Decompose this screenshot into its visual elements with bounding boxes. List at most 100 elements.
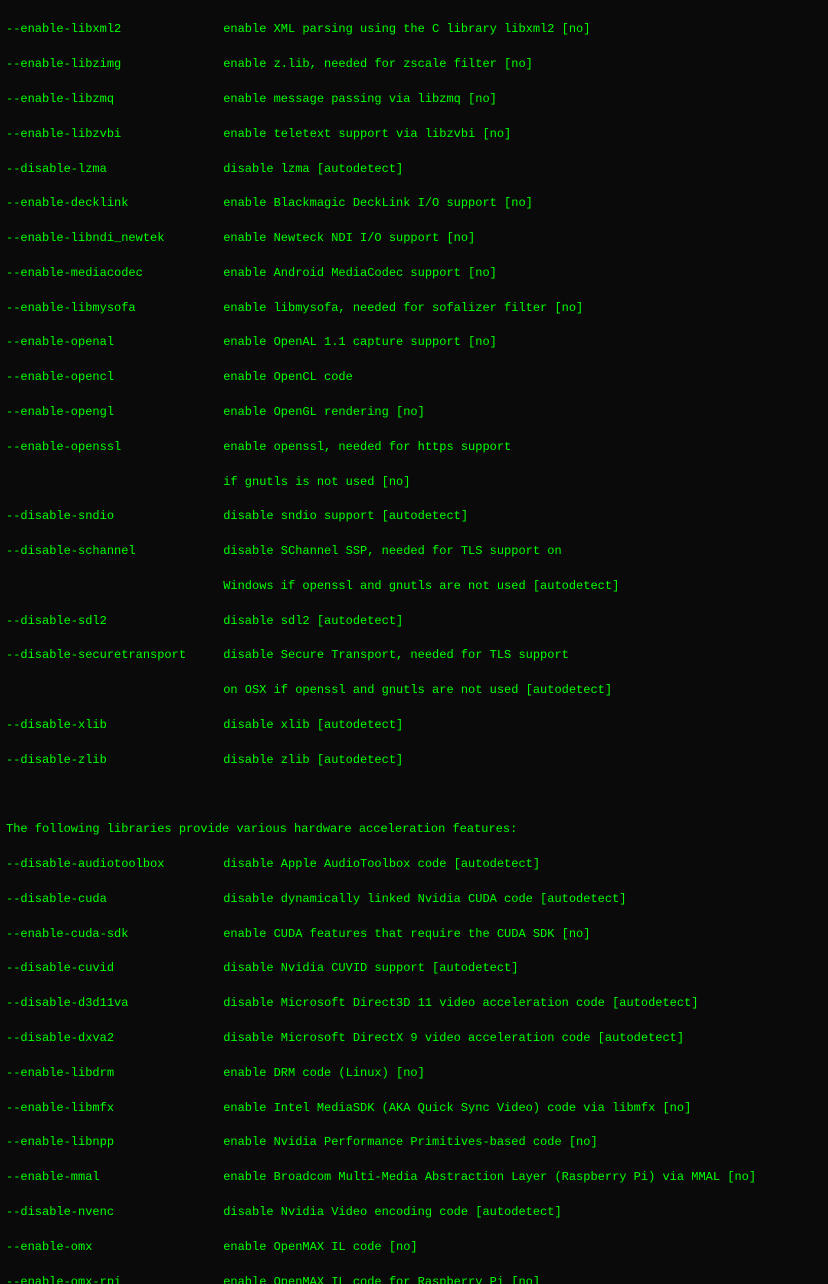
- line-xlib: --disable-xlib disable xlib [autodetect]: [6, 717, 822, 734]
- flag-openal: --enable-openal: [6, 334, 216, 351]
- line-openssl-cont: if gnutls is not used [no]: [6, 474, 822, 491]
- flag-libzimg: --enable-libzimg: [6, 56, 216, 73]
- line-cuda: --disable-cuda disable dynamically linke…: [6, 891, 822, 908]
- desc-openssl: enable openssl, needed for https support: [216, 439, 511, 456]
- line-d3d11va: --disable-d3d11va disable Microsoft Dire…: [6, 995, 822, 1012]
- line-cuda-sdk: --enable-cuda-sdk enable CUDA features t…: [6, 926, 822, 943]
- flag-sdl2: --disable-sdl2: [6, 613, 216, 630]
- desc-schannel-cont: Windows if openssl and gnutls are not us…: [216, 578, 619, 595]
- line-opengl: --enable-opengl enable OpenGL rendering …: [6, 404, 822, 421]
- flag-schannel: --disable-schannel: [6, 543, 216, 560]
- desc-audiotoolbox: disable Apple AudioToolbox code [autodet…: [216, 856, 540, 873]
- flag-omx: --enable-omx: [6, 1239, 216, 1256]
- flag-libndi: --enable-libndi_newtek: [6, 230, 216, 247]
- flag-libmysofa: --enable-libmysofa: [6, 300, 216, 317]
- flag-sndio: --disable-sndio: [6, 508, 216, 525]
- line-cuvid: --disable-cuvid disable Nvidia CUVID sup…: [6, 960, 822, 977]
- line-securetransport-cont: on OSX if openssl and gnutls are not use…: [6, 682, 822, 699]
- desc-schannel: disable SChannel SSP, needed for TLS sup…: [216, 543, 562, 560]
- flag-nvenc: --disable-nvenc: [6, 1204, 216, 1221]
- line-blank: [6, 787, 822, 804]
- flag-cuda: --disable-cuda: [6, 891, 216, 908]
- desc-libmysofa: enable libmysofa, needed for sofalizer f…: [216, 300, 583, 317]
- desc-openssl-cont: if gnutls is not used [no]: [216, 474, 410, 491]
- line-audiotoolbox: --disable-audiotoolbox disable Apple Aud…: [6, 856, 822, 873]
- flag-libdrm: --enable-libdrm: [6, 1065, 216, 1082]
- desc-libzimg: enable z.lib, needed for zscale filter […: [216, 56, 533, 73]
- flag-d3d11va: --disable-d3d11va: [6, 995, 216, 1012]
- desc-nvenc: disable Nvidia Video encoding code [auto…: [216, 1204, 562, 1221]
- flag-schannel-cont: [6, 578, 216, 595]
- desc-mediacodec: enable Android MediaCodec support [no]: [216, 265, 497, 282]
- desc-dxva2: disable Microsoft DirectX 9 video accele…: [216, 1030, 684, 1047]
- line-decklink: --enable-decklink enable Blackmagic Deck…: [6, 195, 822, 212]
- line-libdrm: --enable-libdrm enable DRM code (Linux) …: [6, 1065, 822, 1082]
- desc-decklink: enable Blackmagic DeckLink I/O support […: [216, 195, 533, 212]
- desc-xlib: disable xlib [autodetect]: [216, 717, 403, 734]
- desc-cuvid: disable Nvidia CUVID support [autodetect…: [216, 960, 518, 977]
- desc-libnpp: enable Nvidia Performance Primitives-bas…: [216, 1134, 598, 1151]
- desc-cuda: disable dynamically linked Nvidia CUDA c…: [216, 891, 626, 908]
- flag-xlib: --disable-xlib: [6, 717, 216, 734]
- flag-dxva2: --disable-dxva2: [6, 1030, 216, 1047]
- desc-d3d11va: disable Microsoft Direct3D 11 video acce…: [216, 995, 698, 1012]
- line-nvenc: --disable-nvenc disable Nvidia Video enc…: [6, 1204, 822, 1221]
- line-libnpp: --enable-libnpp enable Nvidia Performanc…: [6, 1134, 822, 1151]
- terminal-output: --enable-libxml2 enable XML parsing usin…: [6, 4, 822, 1284]
- desc-mmal: enable Broadcom Multi-Media Abstraction …: [216, 1169, 756, 1186]
- desc-omx: enable OpenMAX IL code [no]: [216, 1239, 418, 1256]
- flag-openssl-cont: [6, 474, 216, 491]
- flag-opencl: --enable-opencl: [6, 369, 216, 386]
- flag-omx-rpi: --enable-omx-rpi: [6, 1274, 216, 1284]
- flag-libzmq: --enable-libzmq: [6, 91, 216, 108]
- desc-libxml2: enable XML parsing using the C library l…: [216, 21, 590, 38]
- flag-cuda-sdk: --enable-cuda-sdk: [6, 926, 216, 943]
- flag-cuvid: --disable-cuvid: [6, 960, 216, 977]
- line-schannel-cont: Windows if openssl and gnutls are not us…: [6, 578, 822, 595]
- line-lzma: --disable-lzma disable lzma [autodetect]: [6, 161, 822, 178]
- flag-audiotoolbox: --disable-audiotoolbox: [6, 856, 216, 873]
- line-omx: --enable-omx enable OpenMAX IL code [no]: [6, 1239, 822, 1256]
- desc-sndio: disable sndio support [autodetect]: [216, 508, 468, 525]
- line-schannel: --disable-schannel disable SChannel SSP,…: [6, 543, 822, 560]
- flag-libxml2: --enable-libxml2: [6, 21, 216, 38]
- desc-libndi: enable Newteck NDI I/O support [no]: [216, 230, 475, 247]
- desc-sdl2: disable sdl2 [autodetect]: [216, 613, 403, 630]
- line-sdl2: --disable-sdl2 disable sdl2 [autodetect]: [6, 613, 822, 630]
- line-securetransport: --disable-securetransport disable Secure…: [6, 647, 822, 664]
- line-libzimg: --enable-libzimg enable z.lib, needed fo…: [6, 56, 822, 73]
- line-libzvbi: --enable-libzvbi enable teletext support…: [6, 126, 822, 143]
- desc-securetransport: disable Secure Transport, needed for TLS…: [216, 647, 569, 664]
- desc-securetransport-cont: on OSX if openssl and gnutls are not use…: [216, 682, 612, 699]
- line-openssl: --enable-openssl enable openssl, needed …: [6, 439, 822, 456]
- flag-libnpp: --enable-libnpp: [6, 1134, 216, 1151]
- desc-openal: enable OpenAL 1.1 capture support [no]: [216, 334, 497, 351]
- flag-lzma: --disable-lzma: [6, 161, 216, 178]
- line-libmfx: --enable-libmfx enable Intel MediaSDK (A…: [6, 1100, 822, 1117]
- flag-zlib: --disable-zlib: [6, 752, 216, 769]
- desc-lzma: disable lzma [autodetect]: [216, 161, 403, 178]
- flag-opengl: --enable-opengl: [6, 404, 216, 421]
- flag-libzvbi: --enable-libzvbi: [6, 126, 216, 143]
- desc-zlib: disable zlib [autodetect]: [216, 752, 403, 769]
- desc-omx-rpi: enable OpenMAX IL code for Raspberry Pi …: [216, 1274, 540, 1284]
- desc-opengl: enable OpenGL rendering [no]: [216, 404, 425, 421]
- desc-libzvbi: enable teletext support via libzvbi [no]: [216, 126, 511, 143]
- line-openal: --enable-openal enable OpenAL 1.1 captur…: [6, 334, 822, 351]
- line-opencl: --enable-opencl enable OpenCL code: [6, 369, 822, 386]
- desc-cuda-sdk: enable CUDA features that require the CU…: [216, 926, 590, 943]
- line-libndi: --enable-libndi_newtek enable Newteck ND…: [6, 230, 822, 247]
- line-mmal: --enable-mmal enable Broadcom Multi-Medi…: [6, 1169, 822, 1186]
- flag-securetransport-cont: [6, 682, 216, 699]
- flag-decklink: --enable-decklink: [6, 195, 216, 212]
- flag-libmfx: --enable-libmfx: [6, 1100, 216, 1117]
- line-sndio: --disable-sndio disable sndio support [a…: [6, 508, 822, 525]
- desc-opencl: enable OpenCL code: [216, 369, 353, 386]
- line-zlib: --disable-zlib disable zlib [autodetect]: [6, 752, 822, 769]
- flag-mediacodec: --enable-mediacodec: [6, 265, 216, 282]
- line-libzmq: --enable-libzmq enable message passing v…: [6, 91, 822, 108]
- section-header-text: The following libraries provide various …: [6, 821, 517, 838]
- line-dxva2: --disable-dxva2 disable Microsoft Direct…: [6, 1030, 822, 1047]
- line-mediacodec: --enable-mediacodec enable Android Media…: [6, 265, 822, 282]
- desc-libdrm: enable DRM code (Linux) [no]: [216, 1065, 425, 1082]
